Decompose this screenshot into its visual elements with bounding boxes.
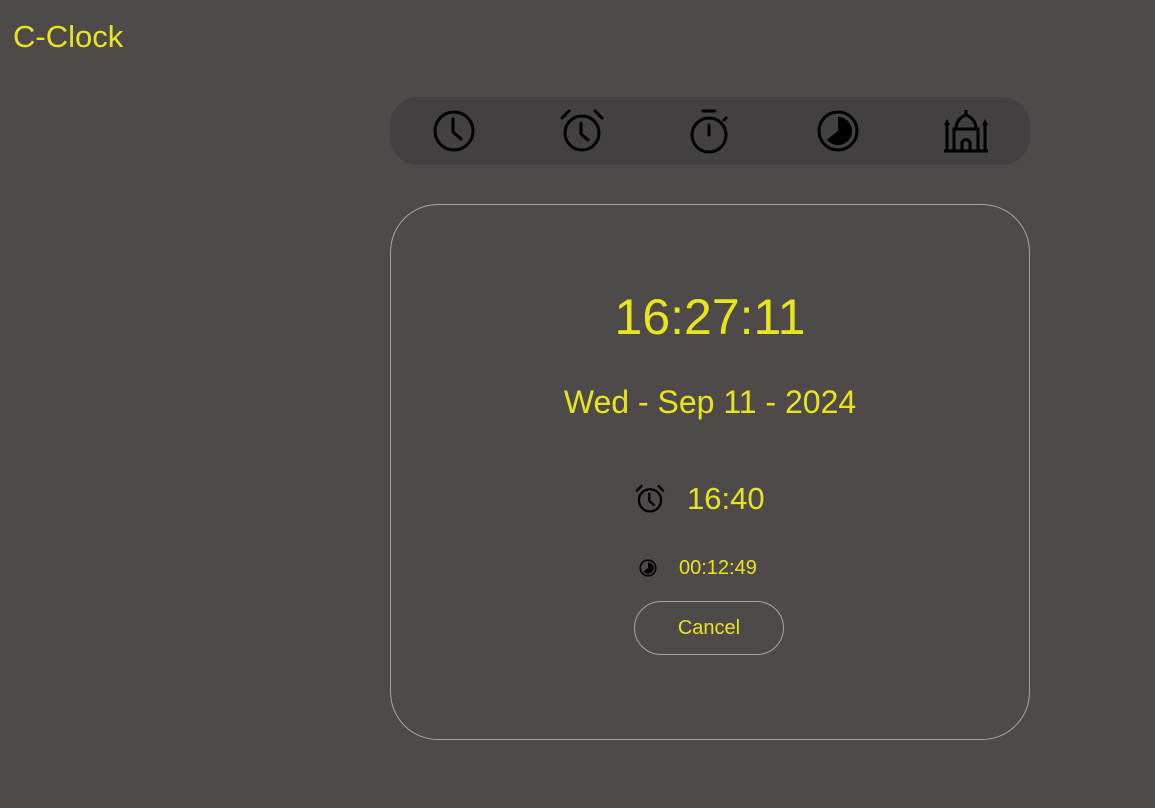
nav-timer-button[interactable] xyxy=(812,106,864,156)
clock-icon xyxy=(433,110,475,152)
app-title: C-Clock xyxy=(13,19,124,54)
current-time: 16:27:11 xyxy=(614,289,806,345)
timer-remaining: 00:12:49 xyxy=(679,557,757,579)
nav-clock-button[interactable] xyxy=(428,106,480,156)
alarm-icon xyxy=(635,484,665,513)
stopwatch-icon xyxy=(690,109,728,154)
nav-stopwatch-button[interactable] xyxy=(684,106,736,156)
timer-icon xyxy=(639,559,657,577)
clock-card: 16:27:11 Wed - Sep 11 - 2024 16:40 00:12… xyxy=(390,204,1030,740)
timer-icon xyxy=(817,110,859,152)
mode-nav xyxy=(390,97,1030,165)
active-alarm: 16:40 xyxy=(635,479,765,519)
active-timer: 00:12:49 xyxy=(639,556,757,580)
alarm-icon xyxy=(560,109,604,152)
nav-alarm-button[interactable] xyxy=(556,106,608,156)
nav-prayer-times-button[interactable] xyxy=(940,106,992,156)
cancel-button[interactable]: Cancel xyxy=(634,601,784,655)
current-date: Wed - Sep 11 - 2024 xyxy=(563,384,857,420)
mosque-icon xyxy=(944,110,988,153)
alarm-time: 16:40 xyxy=(687,481,765,516)
